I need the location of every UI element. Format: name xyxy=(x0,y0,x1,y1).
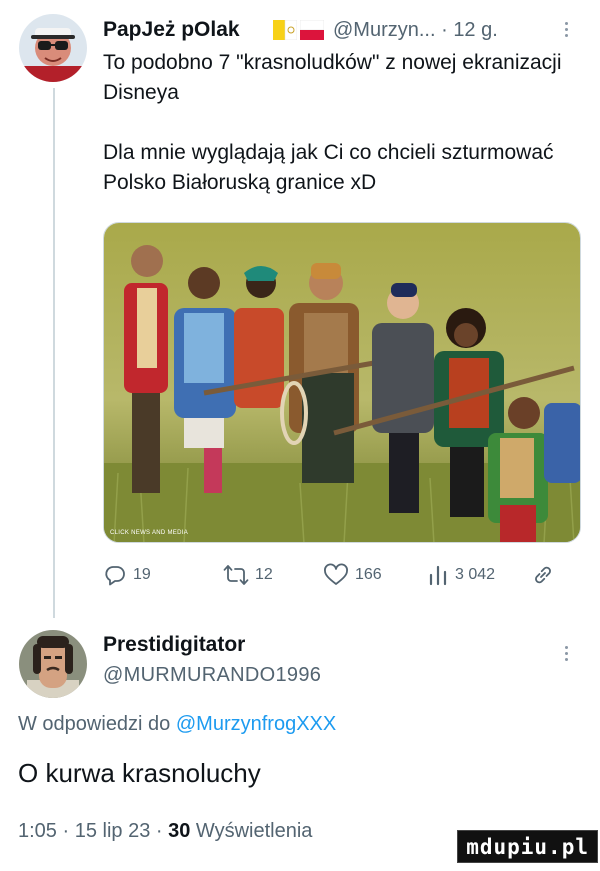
retweet-button[interactable]: 12 xyxy=(223,563,273,587)
reply-views-label: Wyświetlenia xyxy=(195,820,313,842)
reply-count: 19 xyxy=(133,566,151,583)
tweet-author-avatar[interactable] xyxy=(19,14,87,82)
views-count: 3 042 xyxy=(455,566,496,583)
retweet-icon xyxy=(223,565,249,585)
reply-timestamp[interactable]: 1:05 · 15 lip 23 · xyxy=(18,820,163,842)
watermark-text: mdupiu.pl xyxy=(466,834,589,859)
replying-to-line: W odpowiedzi do @MurzynfrogXXX xyxy=(18,713,336,736)
reply-views-count: 30 xyxy=(168,820,191,842)
tweet-action-bar: 19 12 166 3 042 xyxy=(103,563,573,591)
like-button[interactable]: 166 xyxy=(323,563,382,587)
reply-icon xyxy=(105,566,125,586)
replying-to-mention[interactable]: @MurzynfrogXXX xyxy=(176,713,336,735)
replying-to-prefix: W odpowiedzi do xyxy=(18,713,171,735)
like-count: 166 xyxy=(355,566,382,583)
tweet-more-icon[interactable] xyxy=(564,22,570,40)
reply-footer-meta: 1:05 · 15 lip 23 · 30 Wyświetlenia xyxy=(18,820,312,843)
reply-text: O kurwa krasnoluchy xyxy=(18,758,261,788)
tweet-author-name[interactable]: PapJeż pOlak xyxy=(103,18,240,42)
reply-author-avatar[interactable] xyxy=(19,630,87,698)
views-icon xyxy=(429,565,447,586)
reply-button[interactable]: 19 xyxy=(103,563,151,587)
thread-connector-line xyxy=(53,88,55,618)
share-button[interactable] xyxy=(531,563,555,587)
site-watermark: mdupiu.pl xyxy=(457,830,598,863)
reply-more-icon[interactable] xyxy=(564,646,570,664)
tweet-text: To podobno 7 "krasnoludków" z nowej ekra… xyxy=(103,51,562,194)
poland-flag-icon xyxy=(299,19,325,45)
tweet-handle-and-time[interactable]: @Murzyn... · 12 g. xyxy=(333,19,498,42)
reply-author-handle[interactable]: @MURMURANDO1996 xyxy=(103,664,321,687)
views-button[interactable]: 3 042 xyxy=(427,563,495,587)
tweet-media-image[interactable]: CLICK NEWS AND MEDIA xyxy=(103,222,581,543)
vatican-flag-icon xyxy=(273,19,298,45)
like-icon xyxy=(324,563,348,585)
retweet-count: 12 xyxy=(255,566,273,583)
share-icon xyxy=(535,566,551,584)
reply-author-name[interactable]: Prestidigitator xyxy=(103,633,245,657)
media-source-caption: CLICK NEWS AND MEDIA xyxy=(110,530,189,536)
